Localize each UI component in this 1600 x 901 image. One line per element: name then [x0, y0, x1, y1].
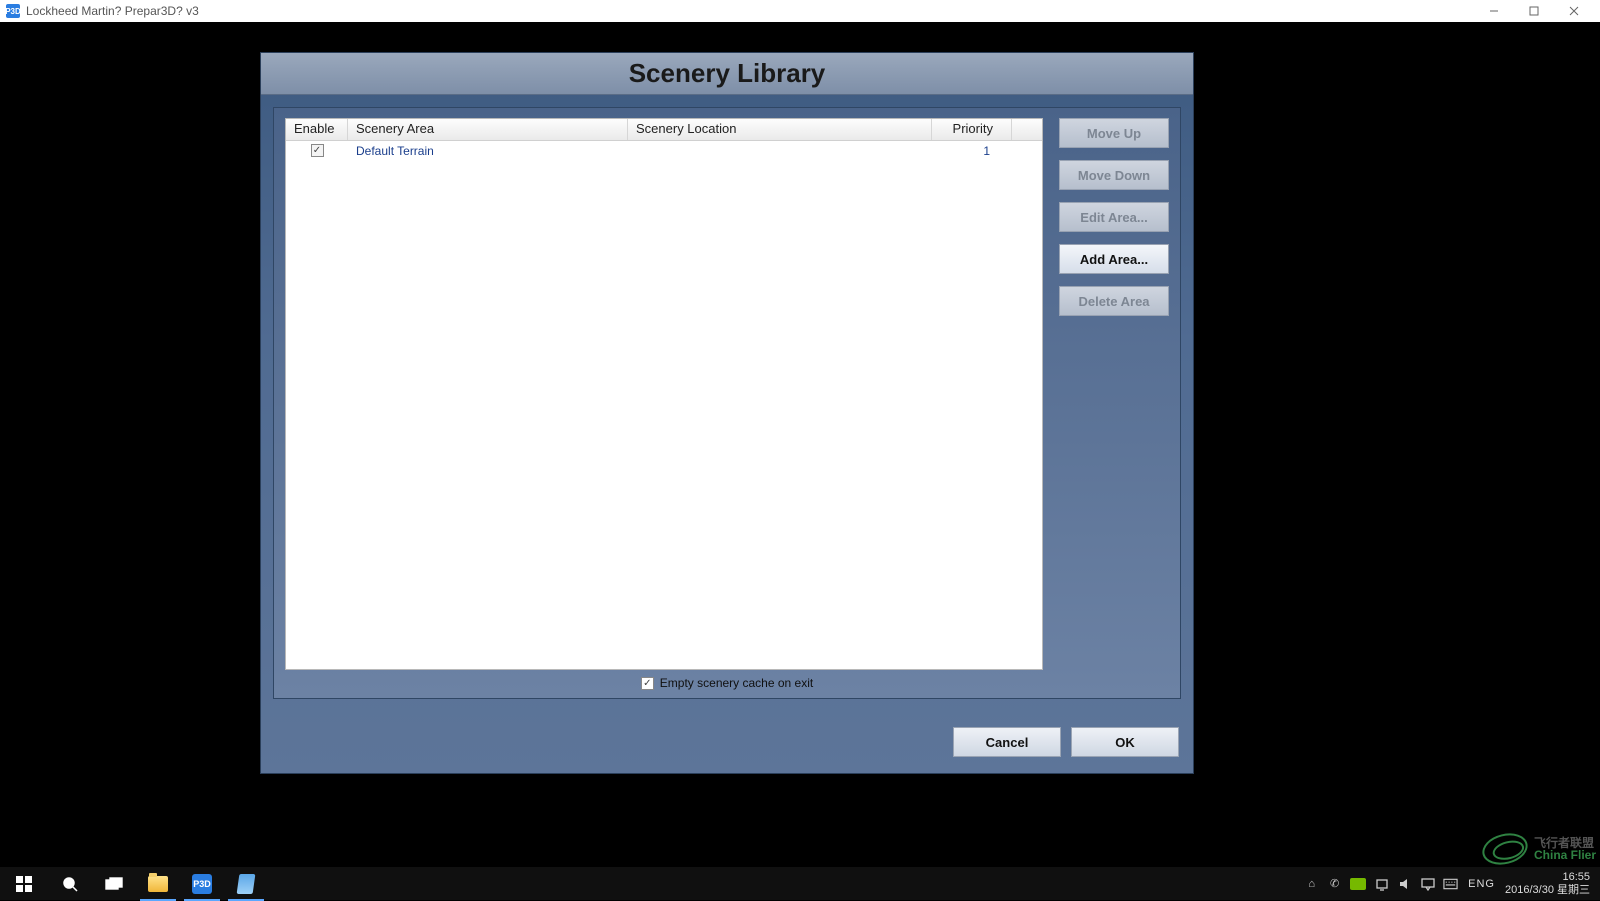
row-area: Default Terrain	[348, 144, 628, 158]
column-priority[interactable]: Priority	[932, 119, 1012, 140]
start-button[interactable]	[0, 867, 48, 901]
watermark-text-en: China Flier	[1534, 849, 1596, 861]
window-title: Lockheed Martin? Prepar3D? v3	[26, 4, 199, 18]
search-button[interactable]	[48, 867, 92, 901]
app-icon: P3D	[6, 4, 20, 18]
window-maximize-button[interactable]	[1514, 0, 1554, 22]
taskbar: P3D ⌂ ✆ ENG 16:55 2016/3/30 星期三	[0, 866, 1600, 900]
action-center-icon[interactable]	[1420, 876, 1435, 891]
row-enable-checkbox[interactable]: ✓	[311, 144, 324, 157]
volume-icon[interactable]	[1397, 876, 1412, 891]
window-close-button[interactable]	[1554, 0, 1594, 22]
mouse-icon[interactable]: ✆	[1327, 876, 1342, 891]
side-button-stack: Move Up Move Down Edit Area... Add Area.…	[1059, 118, 1169, 316]
table-row[interactable]: ✓ Default Terrain 1	[286, 141, 1042, 160]
ok-button[interactable]: OK	[1071, 727, 1179, 757]
taskbar-date: 2016/3/30 星期三	[1505, 884, 1590, 896]
folder-icon	[148, 876, 168, 892]
watermark: 飞行者联盟 China Flier	[1482, 834, 1596, 864]
cancel-button[interactable]: Cancel	[953, 727, 1061, 757]
p3d-icon: P3D	[192, 874, 212, 894]
network-icon[interactable]	[1374, 876, 1389, 891]
scenery-list[interactable]: Enable Scenery Area Scenery Location Pri…	[285, 118, 1043, 670]
taskbar-app-notepad[interactable]	[224, 867, 268, 901]
taskbar-app-file-explorer[interactable]	[136, 867, 180, 901]
taskbar-app-prepar3d[interactable]: P3D	[180, 867, 224, 901]
system-tray[interactable]: ⌂ ✆	[1304, 876, 1458, 891]
dialog-footer: Cancel OK	[953, 727, 1179, 757]
client-area: Scenery Library Enable Scenery Area Scen…	[0, 22, 1600, 866]
window-minimize-button[interactable]	[1474, 0, 1514, 22]
dialog-body: Enable Scenery Area Scenery Location Pri…	[273, 107, 1181, 699]
watermark-logo-icon	[1479, 829, 1531, 869]
empty-cache-option[interactable]: ✓ Empty scenery cache on exit	[274, 676, 1180, 690]
delete-area-button[interactable]: Delete Area	[1059, 286, 1169, 316]
column-spacer	[1012, 119, 1042, 140]
scenery-list-header: Enable Scenery Area Scenery Location Pri…	[286, 119, 1042, 141]
empty-cache-checkbox[interactable]: ✓	[641, 677, 654, 690]
column-location[interactable]: Scenery Location	[628, 119, 932, 140]
empty-cache-label: Empty scenery cache on exit	[660, 676, 813, 690]
task-view-button[interactable]	[92, 867, 136, 901]
move-up-button[interactable]: Move Up	[1059, 118, 1169, 148]
taskbar-clock[interactable]: 16:55 2016/3/30 星期三	[1505, 871, 1594, 895]
usb-icon[interactable]: ⌂	[1304, 876, 1319, 891]
keyboard-icon[interactable]	[1443, 876, 1458, 891]
nvidia-icon[interactable]	[1350, 878, 1366, 890]
note-icon	[237, 874, 256, 894]
column-area[interactable]: Scenery Area	[348, 119, 628, 140]
add-area-button[interactable]: Add Area...	[1059, 244, 1169, 274]
dialog-title: Scenery Library	[261, 53, 1193, 95]
ime-indicator[interactable]: ENG	[1468, 878, 1495, 890]
scenery-library-dialog: Scenery Library Enable Scenery Area Scen…	[260, 52, 1194, 774]
column-enable[interactable]: Enable	[286, 119, 348, 140]
row-priority: 1	[932, 144, 1012, 158]
edit-area-button[interactable]: Edit Area...	[1059, 202, 1169, 232]
move-down-button[interactable]: Move Down	[1059, 160, 1169, 190]
window-titlebar: P3D Lockheed Martin? Prepar3D? v3	[0, 0, 1600, 22]
taskbar-time: 16:55	[1562, 871, 1590, 883]
watermark-text-zh: 飞行者联盟	[1534, 837, 1596, 849]
